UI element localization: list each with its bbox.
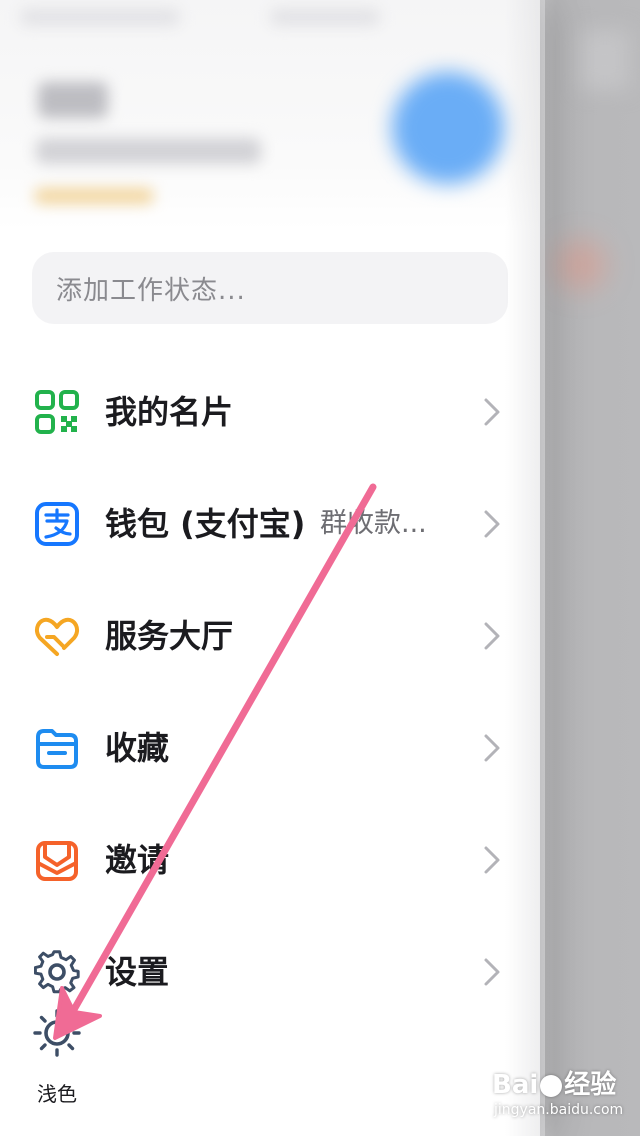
background-blur-block	[556, 240, 606, 290]
chevron-right-icon	[484, 734, 500, 762]
drawer-edge-shadow	[505, 0, 545, 1136]
chevron-right-icon	[484, 958, 500, 986]
chevron-right-icon	[484, 398, 500, 426]
menu-item-label: 设置	[105, 953, 170, 991]
menu-item-favorites[interactable]: 收藏	[0, 703, 520, 793]
alipay-icon	[35, 502, 79, 546]
background-blur-block	[580, 30, 630, 90]
watermark-logo-text: Bai	[492, 1070, 539, 1100]
chevron-right-icon	[484, 846, 500, 874]
gear-icon	[34, 950, 80, 994]
sun-icon	[33, 1009, 81, 1057]
profile-name-blurred	[38, 82, 108, 118]
heart-hand-icon	[35, 617, 79, 656]
side-drawer: 添加工作状态... 我的名片 钱包 (支付宝) 群收款... 服务大厅 收藏 邀…	[0, 0, 545, 1136]
menu-item-hint: 群收款...	[320, 508, 427, 539]
baidu-jingyan-watermark: Bai 经验 jingyan.baidu.com	[492, 1064, 632, 1124]
avatar[interactable]	[392, 72, 504, 184]
menu-item-invite[interactable]: 邀请	[0, 815, 520, 905]
menu-item-label: 收藏	[105, 729, 170, 767]
menu-item-wallet[interactable]: 钱包 (支付宝) 群收款...	[0, 479, 520, 569]
qr-code-icon	[35, 390, 79, 434]
menu-item-settings[interactable]: 设置	[0, 927, 520, 1017]
menu-item-my-card[interactable]: 我的名片	[0, 367, 520, 457]
chevron-right-icon	[484, 510, 500, 538]
profile-subtitle-blurred	[36, 138, 261, 164]
work-status-input[interactable]: 添加工作状态...	[32, 252, 508, 324]
menu-item-label: 邀请	[105, 841, 170, 879]
envelope-icon	[36, 841, 78, 881]
theme-toggle-label: 浅色	[37, 1082, 77, 1106]
status-bar-blur	[270, 8, 380, 26]
watermark-url: jingyan.baidu.com	[494, 1102, 624, 1118]
theme-toggle-button[interactable]: 浅色	[30, 1008, 86, 1106]
watermark-logo-suffix: 经验	[564, 1070, 617, 1100]
menu-item-label: 我的名片	[105, 393, 234, 431]
menu-item-service-hall[interactable]: 服务大厅	[0, 591, 520, 681]
profile-header[interactable]	[0, 0, 540, 230]
paw-icon	[540, 1074, 563, 1097]
chevron-right-icon	[484, 622, 500, 650]
profile-tag-blurred	[34, 188, 154, 204]
folder-icon	[36, 729, 78, 769]
menu-item-label: 服务大厅	[105, 617, 234, 655]
work-status-placeholder: 添加工作状态...	[56, 275, 246, 306]
menu-item-label: 钱包 (支付宝)	[105, 505, 306, 543]
status-bar-blur	[20, 8, 180, 26]
watermark-logo: Bai 经验	[492, 1064, 616, 1101]
